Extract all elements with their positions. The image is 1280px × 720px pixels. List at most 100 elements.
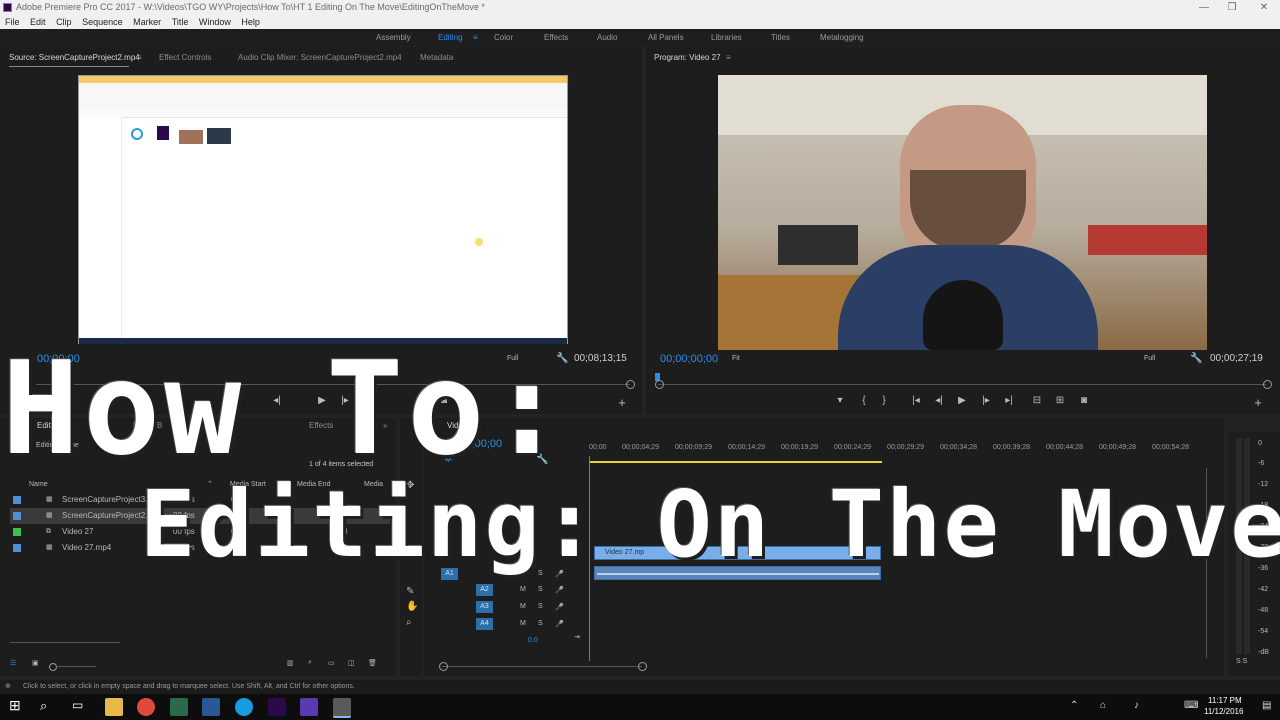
workspace-menu-icon[interactable]: ≡ [473, 29, 478, 46]
meter-label: -54 [1258, 628, 1269, 635]
step-back-program-icon[interactable]: ◂| [932, 395, 946, 406]
tab-effect-controls[interactable]: Effect Controls [159, 47, 211, 69]
workspace-assembly[interactable]: Assembly [376, 29, 411, 46]
mute-toggle[interactable]: M [520, 586, 526, 593]
tray-network-icon[interactable]: ⌂ [1100, 700, 1106, 711]
go-to-in-icon[interactable]: |◂ [909, 395, 923, 406]
meter-solo-buttons[interactable]: S S [1236, 658, 1247, 665]
program-title[interactable]: Program: Video 27 [654, 47, 721, 69]
track-a4[interactable]: A4 [476, 618, 493, 630]
solo-toggle[interactable]: S [538, 620, 543, 627]
tray-volume-icon[interactable]: ♪ [1134, 700, 1139, 711]
list-view-icon[interactable]: ☰ [10, 659, 16, 667]
task-view-icon[interactable]: ▭ [72, 698, 83, 712]
menu-title[interactable]: Title [172, 15, 189, 29]
app-icon[interactable] [170, 698, 188, 716]
program-resolution-select[interactable]: Full [1144, 355, 1155, 362]
add-button-icon[interactable]: + [615, 395, 629, 410]
source-panel-menu-icon[interactable]: ≡ [137, 47, 142, 69]
solo-toggle[interactable]: S [538, 603, 543, 610]
extract-icon[interactable]: ⊞ [1053, 395, 1067, 406]
lift-icon[interactable]: ⊟ [1030, 395, 1044, 406]
voice-over-icon[interactable]: 🎤 [555, 586, 564, 594]
track-a2[interactable]: A2 [476, 584, 493, 596]
workspace-metalogging[interactable]: Metalogging [820, 29, 864, 46]
menu-window[interactable]: Window [199, 15, 231, 29]
new-bin-icon[interactable]: ▭ [328, 659, 335, 667]
source-zoom-handle[interactable] [626, 380, 635, 389]
workspace-editing[interactable]: Editing [438, 29, 462, 46]
workspace-color[interactable]: Color [494, 29, 513, 46]
voice-over-icon[interactable]: 🎤 [555, 620, 564, 628]
program-add-button-icon[interactable]: + [1251, 395, 1265, 410]
clock-time[interactable]: 11:17 PM [1208, 696, 1242, 705]
source-video-frame[interactable] [78, 75, 568, 344]
track-a3[interactable]: A3 [476, 601, 493, 613]
workspace-libraries[interactable]: Libraries [711, 29, 742, 46]
chrome-icon[interactable] [137, 698, 155, 716]
menu-file[interactable]: File [5, 15, 20, 29]
hand-tool-icon[interactable]: ✋ [406, 601, 418, 612]
add-marker-icon[interactable]: ▾ [833, 395, 847, 406]
mute-toggle[interactable]: M [520, 603, 526, 610]
program-fit-select[interactable]: Fit [732, 355, 740, 362]
workspace-audio[interactable]: Audio [597, 29, 617, 46]
tray-keyboard-icon[interactable]: ⌨ [1184, 700, 1198, 711]
close-button[interactable]: ✕ [1254, 0, 1274, 15]
automate-icon[interactable]: ▥ [287, 659, 294, 667]
workspace-effects[interactable]: Effects [544, 29, 568, 46]
program-play-icon[interactable]: ▶ [955, 395, 969, 406]
zoom-slider-handle[interactable] [49, 663, 57, 671]
workspace-titles[interactable]: Titles [771, 29, 790, 46]
work-area-bar[interactable] [589, 461, 882, 463]
skype-icon[interactable] [235, 698, 253, 716]
program-wrench-icon[interactable]: 🔧 [1190, 353, 1202, 364]
notifications-icon[interactable]: ▤ [1262, 700, 1271, 711]
new-item-icon[interactable]: ◫ [348, 659, 355, 667]
menu-clip[interactable]: Clip [56, 15, 72, 29]
timeline-zoom-right[interactable] [638, 662, 647, 671]
tab-audio-clip-mixer[interactable]: Audio Clip Mixer: ScreenCaptureProject2.… [238, 47, 402, 69]
premiere-taskbar-icon[interactable] [268, 698, 286, 716]
program-zoom-left[interactable] [655, 380, 664, 389]
program-export-frame-icon[interactable]: ◙ [1077, 395, 1091, 406]
word-icon[interactable] [202, 698, 220, 716]
icon-view-icon[interactable]: ▣ [32, 659, 39, 667]
tray-chevron-icon[interactable]: ⌃ [1070, 700, 1078, 711]
mute-toggle[interactable]: M [520, 620, 526, 627]
mark-out-icon[interactable]: } [877, 395, 891, 406]
master-volume-value[interactable]: 0.0 [528, 637, 538, 644]
windows-start-icon[interactable]: ⊞ [9, 697, 21, 714]
workspace-all-panels[interactable]: All Panels [648, 29, 684, 46]
program-video-frame[interactable] [718, 75, 1207, 350]
program-timecode-current[interactable]: 00;00;00;00 [660, 353, 718, 365]
clock-date[interactable]: 11/12/2016 [1204, 707, 1243, 716]
voice-over-icon[interactable]: 🎤 [555, 603, 564, 611]
tab-metadata[interactable]: Metadata [420, 47, 453, 69]
menu-marker[interactable]: Marker [133, 15, 161, 29]
visual-studio-icon[interactable] [300, 698, 318, 716]
solo-toggle[interactable]: S [538, 586, 543, 593]
search-icon[interactable]: ⌕ [40, 698, 47, 714]
menu-edit[interactable]: Edit [30, 15, 46, 29]
step-forward-program-icon[interactable]: |▸ [979, 395, 993, 406]
program-panel-menu-icon[interactable]: ≡ [726, 47, 731, 69]
explorer-ribbon [79, 83, 567, 110]
timeline-ruler[interactable]: 00;00 00;00;04;29 00;00;09;29 00;00;14;2… [589, 444, 1209, 458]
program-zoom-right[interactable] [1263, 380, 1272, 389]
menu-help[interactable]: Help [241, 15, 260, 29]
zoom-tool-icon[interactable]: ⌕ [406, 617, 412, 628]
file-explorer-icon[interactable] [105, 698, 123, 716]
find-icon[interactable]: ⌕ [308, 659, 312, 667]
go-to-out-program-icon[interactable]: ▸| [1002, 395, 1016, 406]
clear-icon[interactable]: 🗑 [368, 659, 377, 667]
minimize-button[interactable]: — [1194, 0, 1214, 15]
meter-label: -6 [1258, 460, 1265, 467]
menu-sequence[interactable]: Sequence [82, 15, 123, 29]
pen-tool-icon[interactable]: ✎ [406, 586, 414, 597]
timeline-zoom-left[interactable] [439, 662, 448, 671]
maximize-button[interactable]: ❐ [1222, 0, 1242, 15]
active-window-icon[interactable] [333, 698, 351, 718]
go-to-end-icon[interactable]: ⇥ [574, 633, 580, 641]
mark-in-icon[interactable]: { [857, 395, 871, 406]
